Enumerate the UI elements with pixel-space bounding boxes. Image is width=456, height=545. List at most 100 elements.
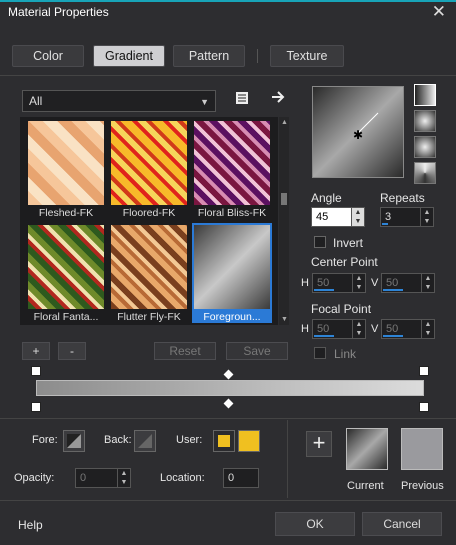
opacity-value: 0 [80,472,87,484]
angle-label: Angle [311,191,342,205]
category-dropdown[interactable]: All ▼ [22,90,216,112]
previous-swatch[interactable] [401,428,443,470]
gradient-item[interactable]: Flutter Fly-FK [109,223,189,323]
gradient-item[interactable]: Floral Bliss-FK [192,119,272,219]
gradient-label: Floored-FK [122,207,176,219]
center-v-input[interactable]: 50 ▲ ▼ [381,273,435,293]
color-stop-bottom-left[interactable] [31,402,41,412]
repeats-bar [382,223,388,225]
current-label: Current [347,480,384,492]
list-view-icon[interactable] [234,90,250,106]
current-swatch[interactable] [346,428,388,470]
scroll-down-icon[interactable]: ▼ [281,316,288,323]
close-icon[interactable]: ✕ [432,2,446,22]
tab-pattern[interactable]: Pattern [173,45,245,67]
color-stop-top-right[interactable] [419,366,429,376]
repeats-label: Repeats [380,191,425,205]
fore-swatch[interactable] [63,430,85,452]
gradient-item-selected[interactable]: Foregroun... [192,223,272,323]
user-label: User: [176,434,203,446]
angle-input[interactable]: 45 ▲ ▼ [311,207,365,227]
focal-v-input[interactable]: 50 ▲ ▼ [381,319,435,339]
center-v-spin-arrows[interactable]: ▲ ▼ [421,274,434,292]
repeats-spin-arrows[interactable]: ▲ ▼ [420,208,433,226]
center-h-bar [314,289,334,291]
gradient-bar[interactable] [36,380,424,396]
add-to-swatches-icon[interactable]: + [306,431,332,457]
focal-v-spin-arrows[interactable]: ▲ ▼ [421,320,434,338]
focal-v-value: 50 [386,323,399,335]
divider [0,75,456,76]
gradient-swatch [28,121,104,205]
sunburst-style-icon[interactable] [414,162,436,184]
center-v-bar [383,289,403,291]
tab-color[interactable]: Color [12,45,84,67]
divider [0,418,456,419]
radial-style-icon[interactable] [414,136,436,158]
color-stop-bottom-right[interactable] [419,402,429,412]
scrollbar-thumb[interactable] [281,193,287,205]
gallery-scrollbar[interactable]: ▲ ▼ [279,117,289,325]
focal-v-label: V [371,323,379,335]
gradient-label: Flutter Fly-FK [117,311,181,323]
reset-button[interactable]: Reset [154,342,216,360]
location-label: Location: [160,472,205,484]
midpoint-marker-top[interactable] [223,369,234,380]
gradient-swatch [28,225,104,309]
center-h-input[interactable]: 50 ▲ ▼ [312,273,366,293]
window-title: Material Properties [8,5,109,19]
gradient-item[interactable]: Floral Fanta... [26,223,106,323]
add-stop-button[interactable]: + [22,342,50,360]
center-h-label: H [301,277,309,289]
color-stop-top-left[interactable] [31,366,41,376]
location-input[interactable]: 0 [223,468,259,488]
focal-h-value: 50 [317,323,330,335]
category-value: All [29,94,43,108]
repeats-value: 3 [385,211,392,223]
rectangular-style-icon[interactable] [414,110,436,132]
user-color-swatch[interactable] [238,430,260,452]
focal-v-bar [383,335,403,337]
focal-h-label: H [301,323,309,335]
center-point-label: Center Point [311,255,378,269]
tab-texture[interactable]: Texture [270,45,344,67]
angle-spin-arrows[interactable]: ▲ ▼ [351,208,364,226]
opacity-input[interactable]: 0 ▲ ▼ [75,468,131,488]
back-swatch[interactable] [134,430,156,452]
user-color-button[interactable] [213,430,235,452]
invert-label: Invert [333,236,364,250]
focal-h-spin-arrows[interactable]: ▲ ▼ [352,320,365,338]
back-label: Back: [104,434,132,446]
center-v-value: 50 [386,277,399,289]
link-label: Link [334,347,357,361]
svg-text:✱: ✱ [353,128,363,142]
cancel-button[interactable]: Cancel [362,512,442,536]
repeats-input[interactable]: 3 ▲ ▼ [380,207,434,227]
invert-checkbox[interactable] [314,236,326,248]
divider [287,420,288,498]
gradient-item[interactable]: Fleshed-FK [26,119,106,219]
scroll-up-icon[interactable]: ▲ [281,119,288,126]
fore-label: Fore: [32,434,58,446]
tab-gradient[interactable]: Gradient [93,45,165,67]
linear-style-icon[interactable] [414,84,436,106]
focal-h-input[interactable]: 50 ▲ ▼ [312,319,366,339]
opacity-label: Opacity: [14,472,55,484]
gradient-preview[interactable]: ✱ [312,86,404,178]
gradient-item[interactable]: Floored-FK [109,119,189,219]
user-color-chip [218,435,230,447]
angle-value: 45 [316,211,329,223]
arrow-right-icon[interactable] [270,89,286,105]
remove-stop-button[interactable]: - [58,342,86,360]
gradient-label: Floral Fanta... [33,311,99,323]
gradient-label: Floral Bliss-FK [197,207,267,219]
gradient-label: Fleshed-FK [38,207,94,219]
save-button[interactable]: Save [226,342,288,360]
chevron-down-icon: ▼ [200,97,209,107]
midpoint-marker-bottom[interactable] [223,398,234,409]
center-h-spin-arrows[interactable]: ▲ ▼ [352,274,365,292]
opacity-spin-arrows[interactable]: ▲ ▼ [117,469,130,487]
link-checkbox[interactable] [314,347,326,359]
ok-button[interactable]: OK [275,512,355,536]
help-link[interactable]: Help [18,518,43,532]
